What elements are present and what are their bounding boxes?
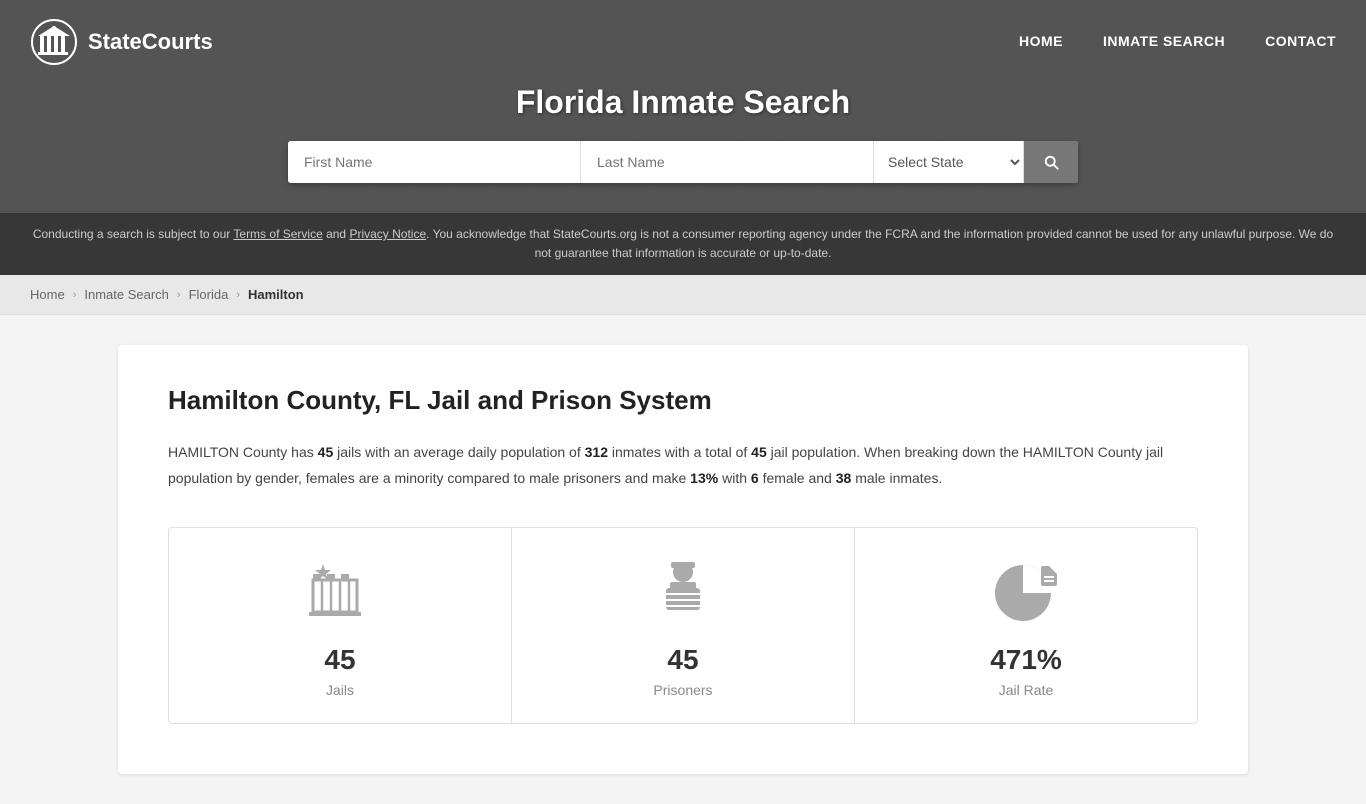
- jails-value: 45: [324, 644, 355, 676]
- prisoner-icon: [648, 558, 718, 628]
- nav-contact[interactable]: CONTACT: [1265, 33, 1336, 49]
- stats-row: 45 Jails: [168, 527, 1198, 724]
- desc-5: with: [718, 470, 751, 486]
- header-content: Florida Inmate Search Select StateAlabam…: [0, 84, 1366, 213]
- nav-links: HOME INMATE SEARCH CONTACT: [1019, 33, 1336, 51]
- logo-text: StateCourts: [88, 29, 213, 55]
- search-icon: [1042, 153, 1060, 171]
- disclaimer-text-2: and: [323, 227, 350, 241]
- disclaimer-text-1: Conducting a search is subject to our: [33, 227, 234, 241]
- desc-1: HAMILTON County has: [168, 444, 318, 460]
- jails-count: 45: [318, 444, 334, 460]
- breadcrumb-home[interactable]: Home: [30, 287, 65, 302]
- avg-population: 312: [585, 444, 608, 460]
- prisoners-value: 45: [667, 644, 698, 676]
- breadcrumb-sep-2: ›: [177, 289, 181, 301]
- first-name-input[interactable]: [288, 141, 581, 183]
- privacy-link[interactable]: Privacy Notice: [349, 227, 426, 241]
- main-content: Hamilton County, FL Jail and Prison Syst…: [98, 345, 1268, 773]
- disclaimer-text-3: . You acknowledge that StateCourts.org i…: [426, 227, 1333, 260]
- jail-rate-icon: [991, 558, 1061, 628]
- jails-label: Jails: [326, 682, 354, 698]
- page-title: Florida Inmate Search: [20, 84, 1346, 121]
- county-description: HAMILTON County has 45 jails with an ave…: [168, 440, 1198, 490]
- county-title: Hamilton County, FL Jail and Prison Syst…: [168, 385, 1198, 416]
- stat-card-prisoners: 45 Prisoners: [512, 528, 855, 723]
- nav-home[interactable]: HOME: [1019, 33, 1063, 49]
- logo-link[interactable]: StateCourts: [30, 18, 213, 66]
- content-card: Hamilton County, FL Jail and Prison Syst…: [118, 345, 1248, 773]
- jail-population: 45: [751, 444, 767, 460]
- female-pct: 13%: [690, 470, 718, 486]
- breadcrumb-county: Hamilton: [248, 287, 304, 302]
- search-button[interactable]: [1024, 141, 1078, 183]
- desc-7: male inmates.: [851, 470, 942, 486]
- desc-3: inmates with a total of: [608, 444, 751, 460]
- terms-link[interactable]: Terms of Service: [233, 227, 322, 241]
- top-navigation: StateCourts HOME INMATE SEARCH CONTACT: [0, 0, 1366, 84]
- breadcrumb: Home › Inmate Search › Florida › Hamilto…: [0, 275, 1366, 315]
- male-count: 38: [836, 470, 852, 486]
- desc-2: jails with an average daily population o…: [333, 444, 584, 460]
- breadcrumb-inmate-search[interactable]: Inmate Search: [84, 287, 169, 302]
- jails-icon: [305, 558, 375, 628]
- search-bar: Select StateAlabamaAlaskaArizonaArkansas…: [288, 141, 1078, 183]
- stat-card-jail-rate: 471% Jail Rate: [855, 528, 1197, 723]
- jail-rate-label: Jail Rate: [999, 682, 1053, 698]
- breadcrumb-sep-3: ›: [236, 289, 240, 301]
- female-count: 6: [751, 470, 759, 486]
- logo-icon: [30, 18, 78, 66]
- prisoners-label: Prisoners: [653, 682, 712, 698]
- jail-rate-value: 471%: [990, 644, 1062, 676]
- nav-inmate-search[interactable]: INMATE SEARCH: [1103, 33, 1225, 49]
- stat-card-jails: 45 Jails: [169, 528, 512, 723]
- disclaimer-bar: Conducting a search is subject to our Te…: [0, 213, 1366, 275]
- last-name-input[interactable]: [581, 141, 874, 183]
- breadcrumb-sep-1: ›: [73, 289, 77, 301]
- state-select[interactable]: Select StateAlabamaAlaskaArizonaArkansas…: [874, 141, 1024, 183]
- header: StateCourts HOME INMATE SEARCH CONTACT F…: [0, 0, 1366, 275]
- breadcrumb-state[interactable]: Florida: [189, 287, 229, 302]
- desc-6: female and: [759, 470, 836, 486]
